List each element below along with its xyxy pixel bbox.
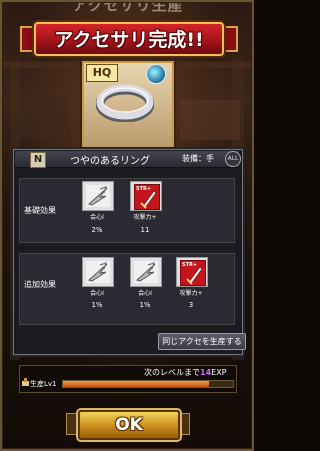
extra-effect-icon-2[interactable] xyxy=(130,257,162,287)
base-effect-icon-1[interactable] xyxy=(82,181,114,211)
str-up-icon: STR+ xyxy=(180,260,206,286)
critical-slash-icon xyxy=(134,261,158,283)
base-effects-label: 基礎効果 xyxy=(24,206,56,215)
next-level-prefix: 次のレベルまで xyxy=(144,368,200,377)
extra-effects-label: 追加効果 xyxy=(24,280,56,289)
extra-effect-value-1: 1% xyxy=(91,301,103,309)
sword-icon xyxy=(140,190,157,209)
extra-effect-value-2: 1% xyxy=(139,301,151,309)
extra-effect-caption-3: 攻撃力+ xyxy=(179,290,203,297)
shelf xyxy=(180,100,240,140)
critical-slash-icon xyxy=(86,261,110,283)
critical-slash-icon xyxy=(86,185,110,207)
banner-title: アクセサリ完成!! xyxy=(54,29,204,51)
banner-title-behind: アクセサリ生産 xyxy=(72,0,184,14)
extra-effect-caption-1: 会心Ⅰ xyxy=(90,290,104,297)
exp-progress-fill xyxy=(63,381,210,387)
extra-effect-icon-3[interactable]: STR+ xyxy=(176,257,208,287)
str-up-icon: STR+ xyxy=(134,184,160,210)
base-effect-value-2: 11 xyxy=(140,226,150,234)
next-level-exp: 14 xyxy=(200,368,212,377)
base-effect-icon-2[interactable]: STR+ xyxy=(130,181,162,211)
hq-badge: HQ xyxy=(86,64,118,82)
production-level-label: 生産Lv1 xyxy=(30,380,57,388)
production-icon xyxy=(22,378,29,386)
craft-same-button[interactable]: 同じアクセを生産する xyxy=(158,333,246,350)
extra-effect-icon-1[interactable] xyxy=(82,257,114,287)
water-gem-icon xyxy=(146,64,166,84)
ok-button[interactable]: OK xyxy=(78,410,180,440)
base-effect-caption-2: 攻撃力+ xyxy=(133,214,157,221)
equip-slot: 装備：手 xyxy=(182,154,214,163)
next-level-suffix: EXP xyxy=(211,368,227,377)
all-badge: ALL xyxy=(225,151,241,167)
extra-effect-caption-2: 会心Ⅰ xyxy=(138,290,152,297)
item-name: つやのあるリング xyxy=(70,156,150,167)
base-effect-caption-1: 会心Ⅰ xyxy=(90,214,104,221)
silver-ring-icon xyxy=(96,84,154,122)
extra-effect-value-3: 3 xyxy=(188,301,194,309)
sword-icon xyxy=(186,266,203,285)
next-level-text: 次のレベルまで14EXP xyxy=(144,367,227,378)
rank-badge: N xyxy=(30,152,46,168)
exp-progress-bar xyxy=(62,380,234,388)
window xyxy=(20,95,70,140)
base-effect-value-1: 2% xyxy=(91,226,103,234)
